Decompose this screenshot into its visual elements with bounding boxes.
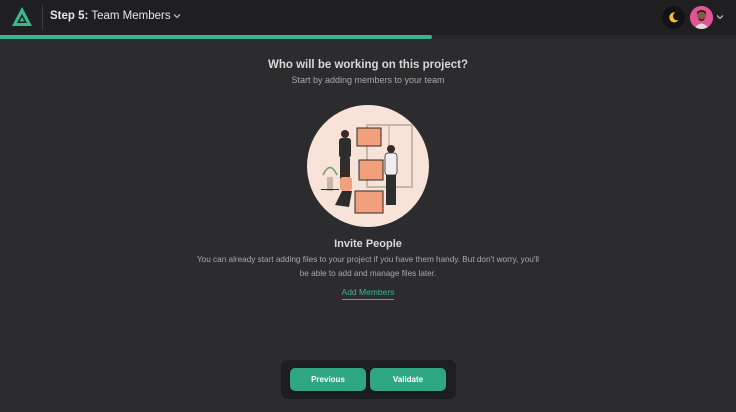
invite-title: Invite People xyxy=(334,238,402,250)
invite-description-line: You can already start adding files to yo… xyxy=(196,255,540,264)
previous-button[interactable]: Previous xyxy=(290,368,366,391)
logo-icon[interactable] xyxy=(11,6,33,28)
validate-button[interactable]: Validate xyxy=(370,368,446,391)
divider xyxy=(42,5,43,30)
top-bar: Step 5: Team Members xyxy=(0,0,736,35)
theme-toggle-button[interactable] xyxy=(662,6,685,29)
avatar[interactable] xyxy=(690,6,713,29)
page-title: Who will be working on this project? xyxy=(268,59,468,71)
page-subtitle: Start by adding members to your team xyxy=(291,75,445,85)
progress-fill xyxy=(0,35,433,39)
user-avatar-image xyxy=(690,6,713,29)
team-illustration xyxy=(307,105,429,227)
invite-description: You can already start adding files to yo… xyxy=(188,253,548,281)
invite-description-line: be able to add and manage files later. xyxy=(299,269,437,278)
progress-bar xyxy=(0,35,736,39)
chevron-down-icon[interactable] xyxy=(715,12,725,22)
navigation-bar: Previous Validate xyxy=(281,360,456,399)
step-title[interactable]: Step 5: Team Members xyxy=(50,10,171,22)
add-members-container: Add Members xyxy=(0,287,736,300)
moon-icon xyxy=(669,12,679,23)
step-prefix: Step 5: xyxy=(50,10,89,22)
step-name: Team Members xyxy=(91,10,171,22)
chevron-down-icon[interactable] xyxy=(172,11,182,21)
add-members-link[interactable]: Add Members xyxy=(341,287,395,300)
